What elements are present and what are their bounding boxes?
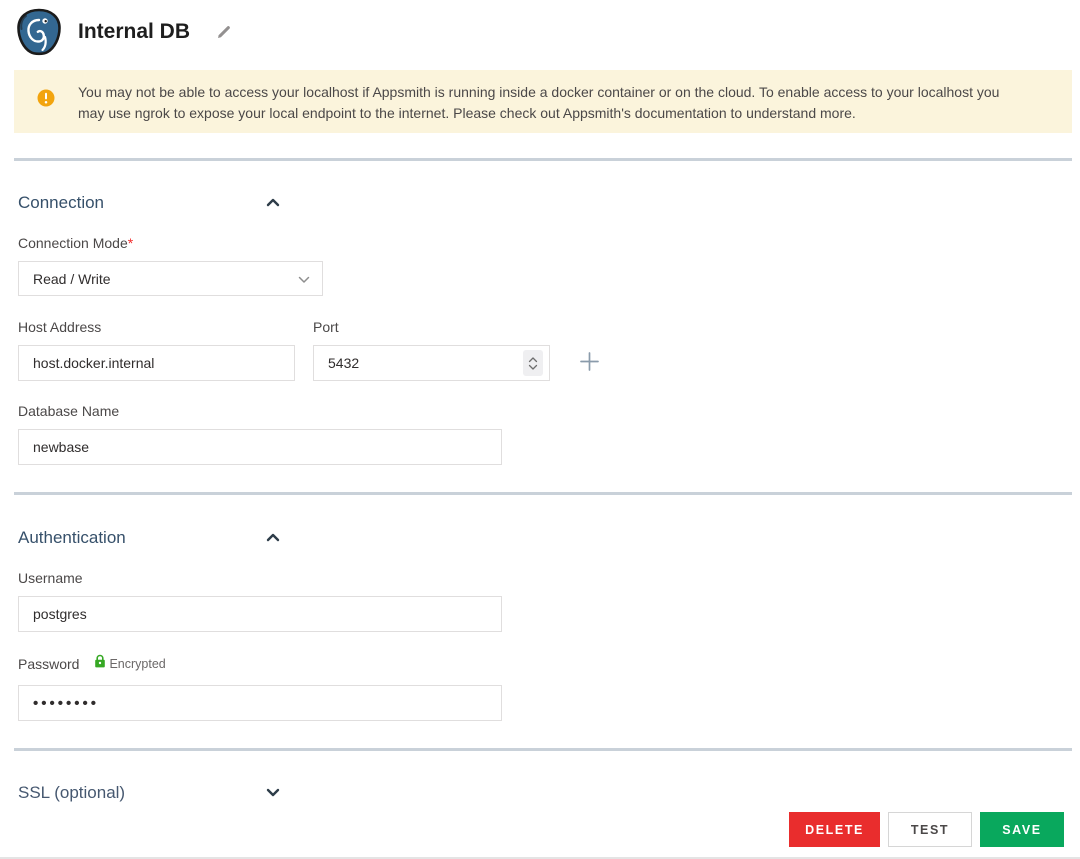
host-address-input[interactable]: [18, 345, 295, 381]
password-label-row: Password Encrypted: [18, 654, 1080, 673]
section-divider: [14, 748, 1072, 751]
section-divider: [14, 158, 1072, 161]
add-endpoint-button[interactable]: [577, 349, 602, 374]
lock-icon: [94, 654, 106, 673]
edit-name-button[interactable]: [214, 22, 234, 42]
connection-mode-select[interactable]: Read / Write: [18, 261, 323, 296]
section-header-authentication[interactable]: Authentication: [18, 528, 280, 548]
pencil-icon: [216, 28, 232, 43]
chevron-down-icon: [298, 271, 310, 287]
section-title: Authentication: [18, 528, 126, 548]
postgresql-logo: [14, 8, 64, 56]
chevron-up-icon[interactable]: [266, 194, 280, 212]
section-title: SSL (optional): [18, 783, 125, 803]
section-divider: [14, 492, 1072, 495]
chevron-up-icon[interactable]: [266, 529, 280, 547]
host-port-row: Host Address Port: [18, 319, 1080, 381]
database-name-label: Database Name: [18, 403, 1080, 419]
username-input[interactable]: [18, 596, 502, 632]
database-name-input[interactable]: [18, 429, 502, 465]
alert-circle-icon: [14, 79, 78, 107]
label-text: Connection Mode: [18, 235, 128, 251]
selected-option: Read / Write: [33, 271, 111, 287]
delete-button[interactable]: DELETE: [789, 812, 880, 847]
connection-mode-label: Connection Mode*: [18, 235, 1080, 251]
encrypted-badge: Encrypted: [94, 654, 165, 673]
encrypted-label: Encrypted: [109, 657, 165, 671]
section-header-ssl[interactable]: SSL (optional): [18, 783, 280, 803]
action-buttons: DELETE TEST SAVE: [789, 812, 1064, 847]
required-asterisk: *: [128, 235, 133, 251]
save-button[interactable]: SAVE: [980, 812, 1064, 847]
plus-icon: [579, 360, 600, 375]
warning-message: You may not be able to access your local…: [78, 79, 1013, 124]
username-label: Username: [18, 570, 1080, 586]
section-title: Connection: [18, 193, 104, 213]
datasource-header: Internal DB: [0, 0, 1080, 64]
section-header-connection[interactable]: Connection: [18, 193, 280, 213]
port-input[interactable]: [313, 345, 550, 381]
password-label: Password: [18, 656, 79, 672]
localhost-warning-banner: You may not be able to access your local…: [14, 70, 1072, 133]
datasource-title: Internal DB: [78, 20, 190, 44]
test-button[interactable]: TEST: [888, 812, 972, 847]
password-input[interactable]: [18, 685, 502, 721]
chevron-down-icon[interactable]: [266, 784, 280, 802]
port-label: Port: [313, 319, 550, 335]
number-stepper-icon[interactable]: [523, 350, 543, 376]
host-address-label: Host Address: [18, 319, 295, 335]
